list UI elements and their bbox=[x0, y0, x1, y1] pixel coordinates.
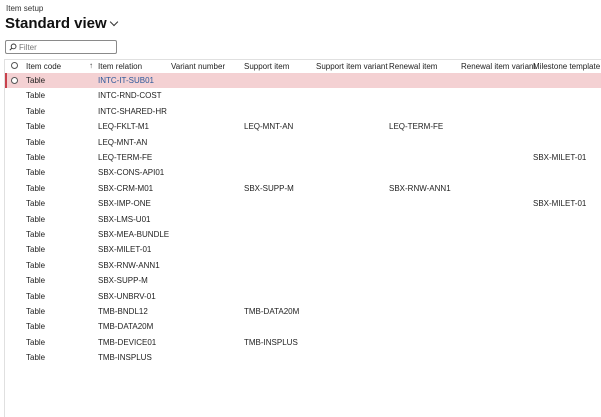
cell-support-item: SBX-SUPP-M bbox=[244, 183, 294, 193]
grid-header-row: Item code ↑ Item relation Variant number… bbox=[5, 60, 601, 72]
column-header-milestone-template[interactable]: Milestone template bbox=[533, 62, 600, 71]
cell-item-code: Table bbox=[26, 230, 46, 239]
table-row[interactable]: Table INTC-SHARED-HR bbox=[5, 104, 601, 119]
search-icon bbox=[9, 43, 17, 51]
cell-item-code: Table bbox=[26, 153, 46, 162]
cell-item-relation[interactable]: SBX-CRM-M01 bbox=[98, 184, 153, 193]
cell-item-code: Table bbox=[26, 322, 46, 332]
table-row[interactable]: Table SBX-SUPP-M bbox=[5, 273, 601, 288]
cell-item-relation[interactable]: TMB-INSPLUS bbox=[98, 353, 152, 362]
cell-item-relation[interactable]: SBX-UNBRV-01 bbox=[98, 292, 156, 301]
table-row[interactable]: Table SBX-RNW-ANN1 bbox=[5, 258, 601, 273]
table-row[interactable]: Table LEQ-FKLT-M1 LEQ-MNT-AN LEQ-TERM-FE bbox=[5, 119, 601, 134]
row-select-radio[interactable] bbox=[11, 77, 18, 84]
cell-item-code: Table bbox=[26, 291, 46, 301]
cell-item-code: Table bbox=[26, 214, 46, 224]
cell-support-item: LEQ-MNT-AN bbox=[244, 122, 294, 132]
cell-milestone-template: SBX-MILET-01 bbox=[533, 199, 587, 209]
cell-item-relation[interactable]: TMB-DEVICE01 bbox=[98, 338, 156, 347]
cell-item-code: Table bbox=[26, 276, 46, 286]
column-header-renewal-item[interactable]: Renewal item bbox=[389, 62, 437, 71]
column-header-support-item[interactable]: Support item bbox=[244, 62, 289, 71]
item-setup-grid: Item code ↑ Item relation Variant number… bbox=[4, 59, 601, 417]
cell-item-relation[interactable]: TMB-BNDL12 bbox=[98, 307, 148, 316]
cell-item-relation[interactable]: SBX-CONS-API01 bbox=[98, 168, 164, 177]
cell-item-relation[interactable]: INTC-SHARED-HR bbox=[98, 107, 167, 116]
cell-support-item: TMB-DATA20M bbox=[244, 307, 300, 316]
table-row[interactable]: Table SBX-LMS-U01 bbox=[5, 212, 601, 227]
table-row[interactable]: Table SBX-MILET-01 bbox=[5, 242, 601, 257]
view-selector[interactable]: Standard view bbox=[5, 15, 118, 32]
view-title: Standard view bbox=[5, 15, 107, 32]
cell-item-code: Table bbox=[26, 199, 46, 209]
sort-up-arrow-icon[interactable]: ↑ bbox=[89, 61, 93, 70]
cell-item-relation[interactable]: SBX-LMS-U01 bbox=[98, 215, 150, 224]
column-header-variant-number[interactable]: Variant number bbox=[171, 62, 225, 71]
table-row[interactable]: Table TMB-DEVICE01 TMB-INSPLUS bbox=[5, 335, 601, 350]
filter-box[interactable] bbox=[5, 40, 117, 54]
select-all-radio[interactable] bbox=[11, 62, 18, 69]
cell-item-code: Table bbox=[26, 245, 46, 255]
page-caption: Item setup bbox=[6, 4, 44, 13]
column-header-renewal-item-variant[interactable]: Renewal item variant bbox=[461, 62, 536, 71]
cell-renewal-item: LEQ-TERM-FE bbox=[389, 122, 444, 132]
cell-item-relation[interactable]: LEQ-MNT-AN bbox=[98, 138, 147, 147]
table-row[interactable]: Table SBX-CONS-API01 bbox=[5, 165, 601, 180]
table-row[interactable]: Table SBX-MEA-BUNDLE bbox=[5, 227, 601, 242]
cell-item-relation[interactable]: LEQ-FKLT-M1 bbox=[98, 122, 149, 131]
cell-item-relation[interactable]: INTC-RND-COST bbox=[98, 91, 162, 100]
column-header-item-code[interactable]: Item code bbox=[26, 62, 61, 71]
table-row[interactable]: Table INTC-RND-COST bbox=[5, 88, 601, 103]
chevron-down-icon bbox=[109, 17, 118, 27]
cell-item-relation[interactable]: LEQ-TERM-FE bbox=[98, 153, 152, 162]
table-row[interactable]: Table INTC-IT-SUB01 bbox=[5, 73, 601, 88]
cell-item-code: Table bbox=[26, 106, 46, 116]
cell-item-code: Table bbox=[26, 122, 46, 132]
cell-item-code: Table bbox=[26, 76, 46, 85]
table-row[interactable]: Table LEQ-MNT-AN bbox=[5, 135, 601, 150]
cell-item-code: Table bbox=[26, 168, 46, 178]
table-row[interactable]: Table TMB-DATA20M bbox=[5, 319, 601, 334]
cell-renewal-item: SBX-RNW-ANN1 bbox=[389, 183, 451, 193]
cell-item-relation[interactable]: SBX-IMP-ONE bbox=[98, 199, 151, 208]
cell-item-relation[interactable]: SBX-MEA-BUNDLE bbox=[98, 230, 169, 239]
cell-item-code: Table bbox=[26, 137, 46, 147]
cell-item-relation[interactable]: TMB-DATA20M bbox=[98, 322, 153, 331]
cell-item-code: Table bbox=[26, 337, 46, 347]
table-row[interactable]: Table TMB-BNDL12 TMB-DATA20M bbox=[5, 304, 601, 319]
table-row[interactable]: Table TMB-INSPLUS bbox=[5, 350, 601, 365]
filter-input[interactable] bbox=[17, 42, 111, 52]
cell-item-code: Table bbox=[26, 353, 46, 363]
column-header-item-relation[interactable]: Item relation bbox=[98, 62, 142, 71]
table-row[interactable]: Table LEQ-TERM-FE SBX-MILET-01 bbox=[5, 150, 601, 165]
table-row[interactable]: Table SBX-IMP-ONE SBX-MILET-01 bbox=[5, 196, 601, 211]
cell-support-item: TMB-INSPLUS bbox=[244, 337, 298, 347]
column-header-support-item-variant[interactable]: Support item variant bbox=[316, 62, 388, 71]
cell-item-code: Table bbox=[26, 183, 46, 193]
cell-item-relation[interactable]: INTC-IT-SUB01 bbox=[98, 76, 154, 85]
table-row[interactable]: Table SBX-CRM-M01 SBX-SUPP-M SBX-RNW-ANN1 bbox=[5, 181, 601, 196]
cell-item-code: Table bbox=[26, 260, 46, 270]
cell-item-code: Table bbox=[26, 91, 46, 101]
cell-milestone-template: SBX-MILET-01 bbox=[533, 153, 587, 162]
cell-item-relation[interactable]: SBX-MILET-01 bbox=[98, 245, 151, 254]
cell-item-code: Table bbox=[26, 307, 46, 316]
table-row[interactable]: Table SBX-UNBRV-01 bbox=[5, 289, 601, 304]
cell-item-relation[interactable]: SBX-RNW-ANN1 bbox=[98, 261, 160, 270]
cell-item-relation[interactable]: SBX-SUPP-M bbox=[98, 276, 148, 285]
